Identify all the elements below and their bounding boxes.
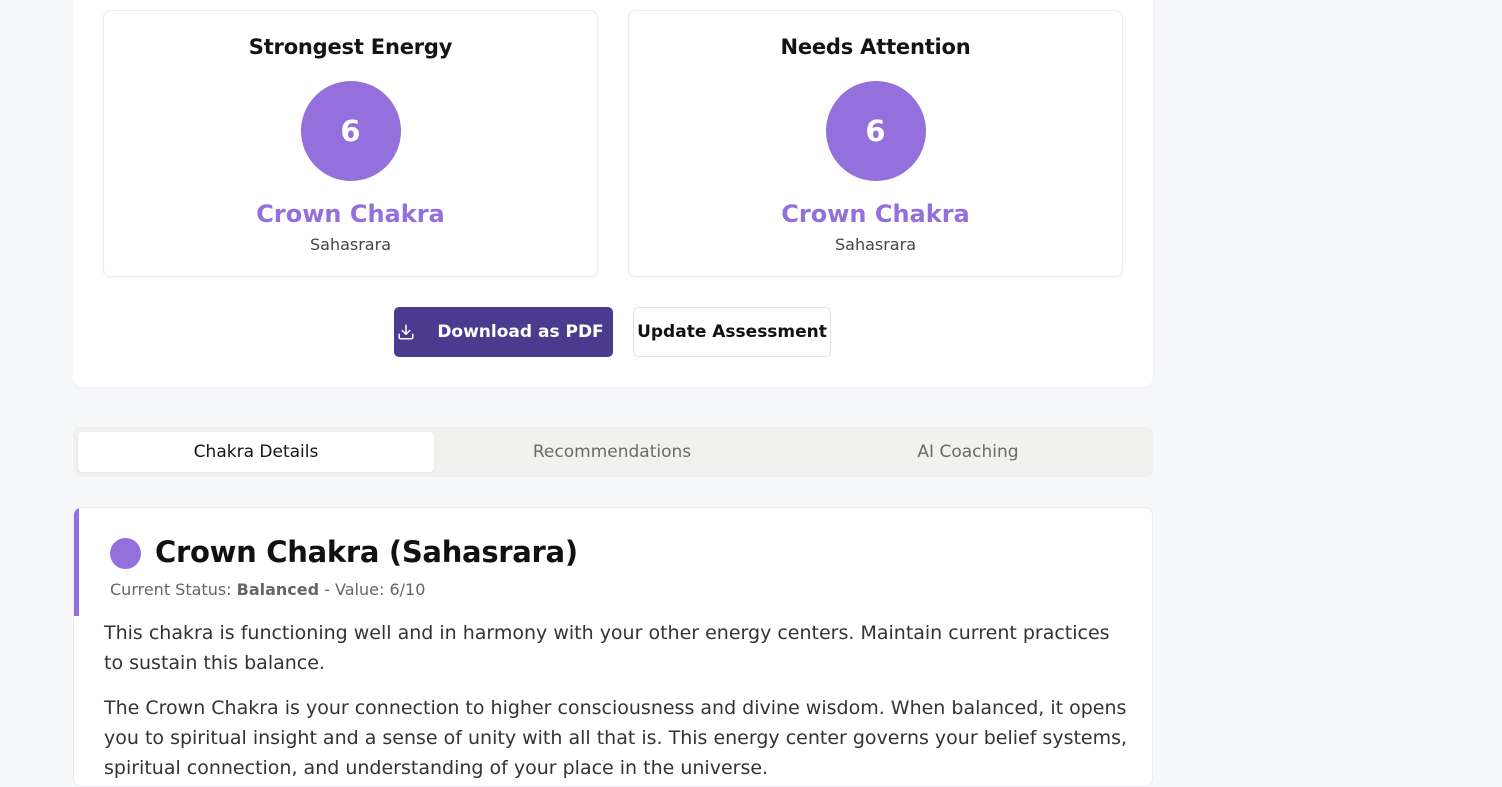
status-suffix: - Value: 6/10	[319, 580, 426, 599]
chakra-detail-card: Crown Chakra (Sahasrara) Current Status:…	[73, 507, 1153, 787]
tab-recommendations[interactable]: Recommendations	[434, 432, 790, 472]
strongest-energy-sanskrit-name: Sahasrara	[309, 235, 391, 254]
update-assessment-button[interactable]: Update Assessment	[633, 307, 831, 357]
chakra-detail-header: Crown Chakra (Sahasrara) Current Status:…	[74, 508, 1152, 616]
needs-attention-card: Needs Attention 6 Crown Chakra Sahasrara	[628, 10, 1123, 277]
chakra-status-description: This chakra is functioning well and in h…	[104, 622, 1110, 674]
chakra-color-dot	[110, 538, 141, 569]
result-tabs: Chakra Details Recommendations AI Coachi…	[73, 427, 1153, 477]
download-pdf-label: Download as PDF	[437, 322, 604, 342]
download-pdf-button[interactable]: Download as PDF	[394, 307, 613, 357]
strongest-energy-card: Strongest Energy 6 Crown Chakra Sahasrar…	[103, 10, 598, 277]
strongest-energy-chakra-name: Crown Chakra	[256, 200, 445, 228]
status-value: Balanced	[236, 580, 320, 599]
strongest-energy-title: Strongest Energy	[248, 35, 453, 59]
tab-ai-coaching[interactable]: AI Coaching	[790, 432, 1146, 472]
status-prefix: Current Status:	[110, 580, 237, 599]
needs-attention-title: Needs Attention	[780, 35, 971, 59]
update-assessment-label: Update Assessment	[637, 322, 827, 342]
strongest-energy-value-badge: 6	[300, 81, 401, 181]
chakra-general-description: The Crown Chakra is your connection to h…	[104, 697, 1128, 779]
needs-attention-sanskrit-name: Sahasrara	[834, 235, 916, 254]
tab-chakra-details[interactable]: Chakra Details	[78, 432, 434, 472]
chakra-detail-title: Crown Chakra (Sahasrara)	[155, 535, 578, 569]
needs-attention-chakra-name: Crown Chakra	[781, 200, 970, 228]
needs-attention-value-badge: 6	[825, 81, 926, 181]
chakra-status-line: Current Status: Balanced - Value: 6/10	[110, 580, 425, 599]
download-icon	[398, 324, 414, 340]
